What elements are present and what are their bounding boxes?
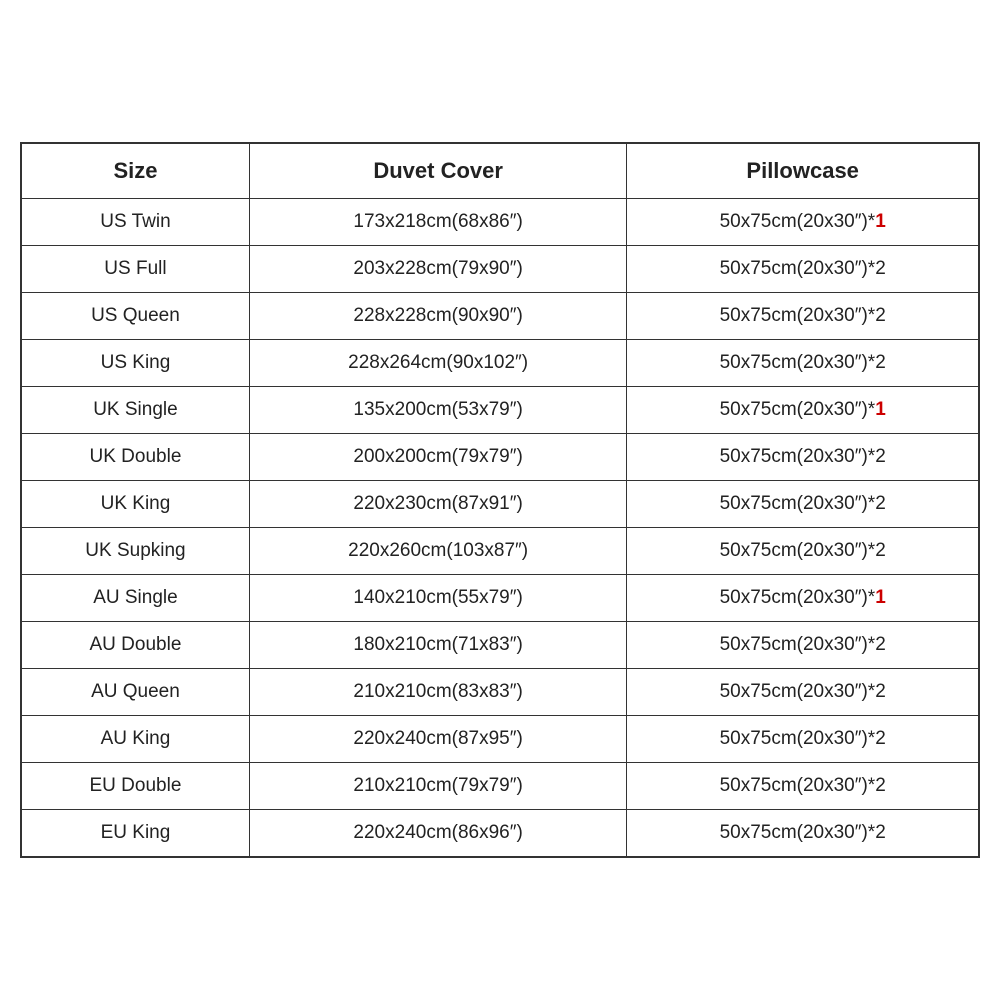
pillowcase-base-text: 50x75cm(20x30″)* [720,775,876,796]
pillowcase-count: 2 [875,540,886,561]
cell-duvet: 210x210cm(79x79″) [249,763,626,810]
cell-pillowcase: 50x75cm(20x30″)*2 [627,669,979,716]
table-row: AU Double180x210cm(71x83″)50x75cm(20x30″… [22,622,979,669]
cell-pillowcase: 50x75cm(20x30″)*1 [627,199,979,246]
table-row: AU Queen210x210cm(83x83″)50x75cm(20x30″)… [22,669,979,716]
table-row: US King228x264cm(90x102″)50x75cm(20x30″)… [22,340,979,387]
table-row: UK Supking220x260cm(103x87″)50x75cm(20x3… [22,528,979,575]
cell-duvet: 200x200cm(79x79″) [249,434,626,481]
cell-pillowcase: 50x75cm(20x30″)*2 [627,246,979,293]
table-row: AU Single140x210cm(55x79″)50x75cm(20x30″… [22,575,979,622]
pillowcase-base-text: 50x75cm(20x30″)* [720,446,876,467]
pillowcase-count: 2 [875,728,886,749]
cell-pillowcase: 50x75cm(20x30″)*2 [627,810,979,857]
table-row: EU Double210x210cm(79x79″)50x75cm(20x30″… [22,763,979,810]
cell-size: EU Double [22,763,250,810]
cell-size: US King [22,340,250,387]
pillowcase-base-text: 50x75cm(20x30″)* [720,211,876,232]
pillowcase-base-text: 50x75cm(20x30″)* [720,258,876,279]
table-row: EU King220x240cm(86x96″)50x75cm(20x30″)*… [22,810,979,857]
cell-size: AU King [22,716,250,763]
cell-duvet: 203x228cm(79x90″) [249,246,626,293]
cell-size: US Queen [22,293,250,340]
pillowcase-base-text: 50x75cm(20x30″)* [720,681,876,702]
table-header-row: Size Duvet Cover Pillowcase [22,144,979,199]
size-chart-container: Size Duvet Cover Pillowcase US Twin173x2… [20,142,980,858]
header-pillowcase: Pillowcase [627,144,979,199]
cell-duvet: 220x230cm(87x91″) [249,481,626,528]
cell-pillowcase: 50x75cm(20x30″)*1 [627,387,979,434]
table-row: UK Single135x200cm(53x79″)50x75cm(20x30″… [22,387,979,434]
pillowcase-count: 2 [875,775,886,796]
header-size: Size [22,144,250,199]
table-row: US Twin173x218cm(68x86″)50x75cm(20x30″)*… [22,199,979,246]
cell-size: US Full [22,246,250,293]
pillowcase-count: 2 [875,822,886,843]
pillowcase-count: 2 [875,446,886,467]
cell-size: UK Supking [22,528,250,575]
cell-size: UK Double [22,434,250,481]
cell-size: UK Single [22,387,250,434]
cell-duvet: 180x210cm(71x83″) [249,622,626,669]
pillowcase-count: 2 [875,634,886,655]
cell-duvet: 220x240cm(86x96″) [249,810,626,857]
pillowcase-count: 2 [875,352,886,373]
cell-size: AU Queen [22,669,250,716]
header-duvet-cover: Duvet Cover [249,144,626,199]
cell-pillowcase: 50x75cm(20x30″)*2 [627,481,979,528]
cell-duvet: 228x264cm(90x102″) [249,340,626,387]
cell-size: UK King [22,481,250,528]
cell-size: EU King [22,810,250,857]
pillowcase-count: 1 [875,587,886,608]
cell-pillowcase: 50x75cm(20x30″)*2 [627,622,979,669]
cell-size: AU Single [22,575,250,622]
pillowcase-count: 1 [875,399,886,420]
cell-pillowcase: 50x75cm(20x30″)*2 [627,340,979,387]
pillowcase-base-text: 50x75cm(20x30″)* [720,634,876,655]
pillowcase-base-text: 50x75cm(20x30″)* [720,305,876,326]
table-row: US Queen228x228cm(90x90″)50x75cm(20x30″)… [22,293,979,340]
cell-pillowcase: 50x75cm(20x30″)*1 [627,575,979,622]
cell-duvet: 135x200cm(53x79″) [249,387,626,434]
cell-pillowcase: 50x75cm(20x30″)*2 [627,763,979,810]
table-row: US Full203x228cm(79x90″)50x75cm(20x30″)*… [22,246,979,293]
pillowcase-base-text: 50x75cm(20x30″)* [720,352,876,373]
pillowcase-base-text: 50x75cm(20x30″)* [720,493,876,514]
cell-duvet: 220x260cm(103x87″) [249,528,626,575]
cell-duvet: 228x228cm(90x90″) [249,293,626,340]
cell-size: AU Double [22,622,250,669]
pillowcase-base-text: 50x75cm(20x30″)* [720,540,876,561]
pillowcase-base-text: 50x75cm(20x30″)* [720,399,876,420]
cell-pillowcase: 50x75cm(20x30″)*2 [627,293,979,340]
size-chart-table: Size Duvet Cover Pillowcase US Twin173x2… [21,143,979,857]
table-row: UK King220x230cm(87x91″)50x75cm(20x30″)*… [22,481,979,528]
table-row: AU King220x240cm(87x95″)50x75cm(20x30″)*… [22,716,979,763]
cell-pillowcase: 50x75cm(20x30″)*2 [627,528,979,575]
pillowcase-count: 2 [875,681,886,702]
cell-duvet: 210x210cm(83x83″) [249,669,626,716]
cell-size: US Twin [22,199,250,246]
pillowcase-base-text: 50x75cm(20x30″)* [720,728,876,749]
pillowcase-base-text: 50x75cm(20x30″)* [720,822,876,843]
pillowcase-count: 2 [875,258,886,279]
cell-duvet: 220x240cm(87x95″) [249,716,626,763]
pillowcase-count: 2 [875,493,886,514]
cell-duvet: 140x210cm(55x79″) [249,575,626,622]
pillowcase-base-text: 50x75cm(20x30″)* [720,587,876,608]
pillowcase-count: 2 [875,305,886,326]
cell-pillowcase: 50x75cm(20x30″)*2 [627,434,979,481]
cell-pillowcase: 50x75cm(20x30″)*2 [627,716,979,763]
cell-duvet: 173x218cm(68x86″) [249,199,626,246]
pillowcase-count: 1 [875,211,886,232]
table-row: UK Double200x200cm(79x79″)50x75cm(20x30″… [22,434,979,481]
